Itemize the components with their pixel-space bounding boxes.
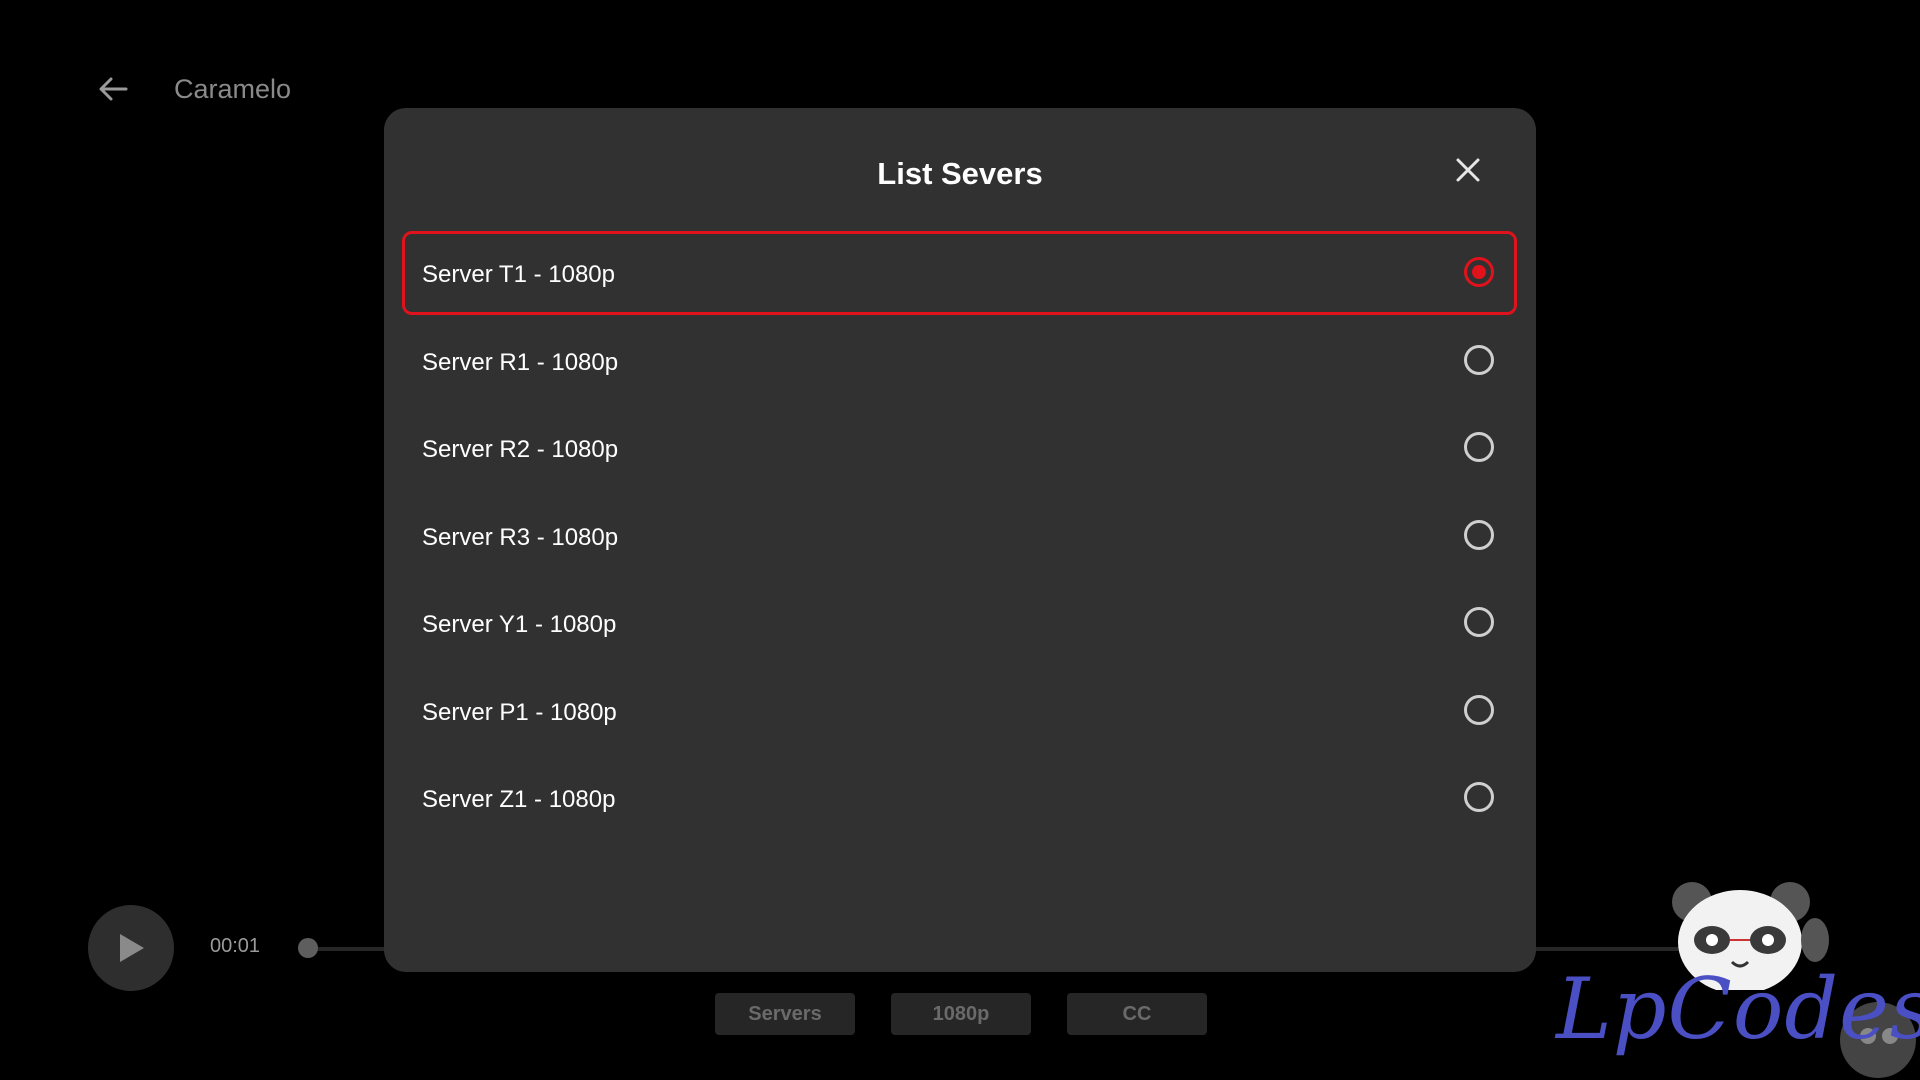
server-option[interactable]: Server T1 - 1080p	[402, 231, 1517, 315]
play-button[interactable]	[88, 905, 174, 991]
radio-button[interactable]	[1464, 782, 1494, 812]
server-label: Server R1 - 1080p	[422, 348, 619, 376]
server-label: Server R3 - 1080p	[422, 523, 619, 551]
close-icon	[1456, 158, 1480, 182]
server-label: Server R2 - 1080p	[422, 436, 619, 463]
server-label: Server P1 - 1080p	[422, 698, 617, 726]
server-list: Server T1 - 1080p Server R1 - 1080p Serv…	[402, 231, 1517, 844]
servers-button[interactable]: Servers	[715, 993, 855, 1035]
server-option[interactable]: Server Y1 - 1080p	[402, 581, 1517, 665]
radio-button[interactable]	[1464, 694, 1494, 725]
server-option[interactable]: Server Z1 - 1080p	[402, 756, 1517, 840]
close-button[interactable]	[1450, 152, 1486, 188]
player-option-buttons: Servers 1080p CC	[715, 993, 1207, 1035]
quality-button[interactable]: 1080p	[891, 993, 1031, 1035]
radio-button[interactable]	[1464, 519, 1494, 550]
seek-handle[interactable]	[298, 938, 318, 958]
server-option[interactable]: Server R2 - 1080p	[402, 406, 1517, 490]
cc-button[interactable]: CC	[1067, 993, 1207, 1035]
radio-button[interactable]	[1464, 257, 1494, 287]
watermark-text: LpCodes	[1556, 960, 1920, 1058]
current-time: 00:01	[210, 935, 261, 957]
server-label: Server T1 - 1080p	[422, 261, 615, 288]
back-button[interactable]	[96, 72, 130, 106]
server-option[interactable]: Server R1 - 1080p	[402, 319, 1517, 403]
top-bar: Caramelo	[96, 72, 291, 106]
server-label: Server Y1 - 1080p	[422, 611, 617, 638]
radio-button[interactable]	[1464, 607, 1494, 637]
server-list-dialog: List Severs Server T1 - 1080p Server R1 …	[384, 108, 1536, 972]
dialog-title: List Severs	[877, 156, 1043, 191]
arrow-left-icon	[99, 77, 128, 101]
radio-button[interactable]	[1464, 344, 1494, 375]
radio-button[interactable]	[1464, 432, 1494, 462]
play-icon	[120, 934, 144, 962]
server-option[interactable]: Server R3 - 1080p	[402, 494, 1517, 578]
server-label: Server Z1 - 1080p	[422, 786, 616, 813]
video-title: Caramelo	[174, 73, 292, 104]
server-option[interactable]: Server P1 - 1080p	[402, 669, 1517, 753]
